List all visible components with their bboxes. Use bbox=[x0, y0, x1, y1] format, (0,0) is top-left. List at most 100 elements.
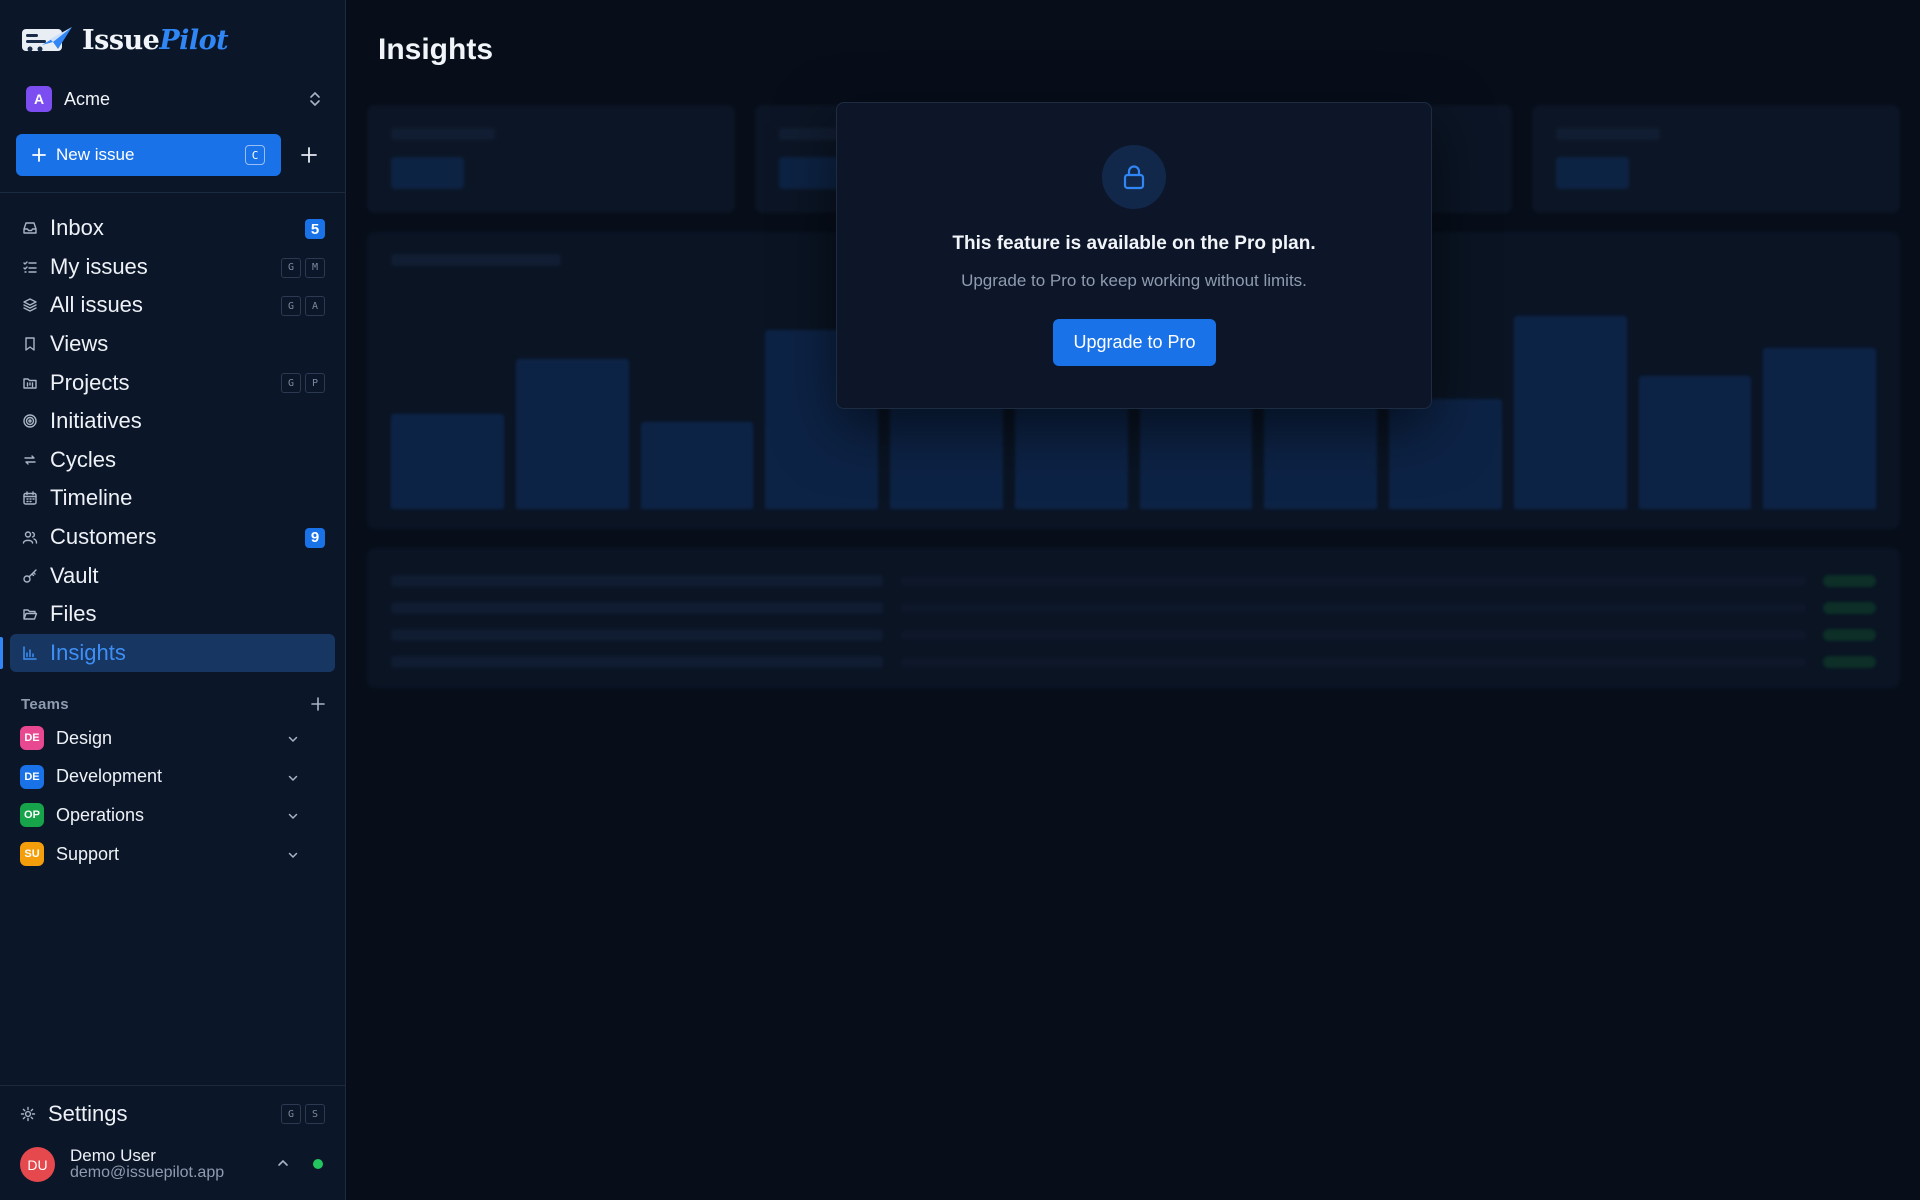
count-badge: 9 bbox=[305, 527, 325, 548]
add-team-plus-icon[interactable] bbox=[310, 696, 326, 712]
workspace-switcher[interactable]: A Acme bbox=[26, 84, 322, 114]
lock-icon bbox=[1123, 165, 1145, 190]
chart-bar bbox=[1513, 315, 1627, 509]
shortcut-key: G bbox=[281, 257, 301, 278]
sidebar-item-label: Files bbox=[50, 601, 97, 627]
workspace-badge: A bbox=[26, 86, 52, 112]
team-item-operations[interactable]: OP Operations bbox=[20, 796, 300, 835]
sidebar-item-all-issues[interactable]: All issues G A bbox=[10, 286, 335, 325]
paywall-subtitle: Upgrade to Pro to keep working without l… bbox=[961, 271, 1307, 290]
shortcut-key: G bbox=[281, 296, 301, 317]
team-badge: DE bbox=[20, 764, 44, 789]
chevron-down-icon[interactable] bbox=[286, 732, 300, 746]
add-plus-icon[interactable] bbox=[297, 143, 321, 167]
sidebar-divider bbox=[0, 192, 346, 193]
shortcut-key: G bbox=[281, 373, 301, 394]
team-name: Design bbox=[56, 727, 113, 748]
team-badge: OP bbox=[20, 803, 44, 828]
main-content: Insights This feature is available on th… bbox=[347, 0, 1920, 1200]
settings-key-2: S bbox=[305, 1104, 325, 1124]
sidebar-item-label: Customers bbox=[50, 524, 157, 550]
sidebar-item-initiatives[interactable]: Initiatives bbox=[10, 402, 335, 441]
sidebar-item-label: Initiatives bbox=[50, 408, 142, 434]
bar-chart-icon bbox=[22, 645, 38, 661]
sidebar-item-inbox[interactable]: Inbox 5 bbox=[10, 209, 335, 248]
sidebar-item-customers[interactable]: Customers 9 bbox=[10, 518, 335, 557]
sidebar-item-timeline[interactable]: Timeline bbox=[10, 479, 335, 518]
list-check-icon bbox=[22, 259, 38, 275]
count-badge: 5 bbox=[305, 219, 325, 239]
inbox-icon bbox=[22, 220, 38, 236]
sidebar-item-files[interactable]: Files bbox=[10, 595, 335, 634]
settings-label: Settings bbox=[48, 1101, 128, 1126]
chevron-up-icon[interactable] bbox=[276, 1156, 290, 1170]
user-menu[interactable]: DU Demo User demo@issuepilot.app bbox=[20, 1144, 325, 1182]
teams-header: Teams bbox=[21, 694, 326, 714]
settings-key-1: G bbox=[281, 1104, 301, 1124]
sidebar-item-label: Inbox bbox=[50, 215, 104, 241]
sidebar-item-cycles[interactable]: Cycles bbox=[10, 441, 335, 480]
chevron-down-icon[interactable] bbox=[286, 848, 300, 862]
team-item-development[interactable]: DE Development bbox=[20, 758, 300, 797]
team-badge: SU bbox=[20, 842, 44, 867]
stat-card bbox=[1532, 105, 1900, 213]
main-nav: Inbox 5 My issues G M All issues G A Views Projec… bbox=[10, 209, 335, 673]
shortcut-key: M bbox=[305, 257, 325, 278]
team-name: Development bbox=[56, 766, 163, 787]
chart-bar bbox=[640, 422, 754, 509]
team-name: Support bbox=[56, 843, 120, 864]
bookmark-icon bbox=[22, 336, 38, 352]
settings-nav-item[interactable]: Settings G S bbox=[20, 1099, 325, 1129]
sidebar-item-label: Insights bbox=[50, 639, 126, 665]
sidebar-item-views[interactable]: Views bbox=[10, 325, 335, 364]
key-icon bbox=[22, 568, 38, 584]
sidebar-item-label: All issues bbox=[50, 292, 143, 318]
table-row bbox=[391, 575, 1876, 587]
upgrade-to-pro-button[interactable]: Upgrade to Pro bbox=[1053, 319, 1216, 366]
gear-icon bbox=[20, 1106, 36, 1122]
folder-open-icon bbox=[22, 606, 38, 622]
layers-icon bbox=[22, 297, 38, 313]
app-logo[interactable]: IssuePilot bbox=[20, 22, 229, 58]
table-row bbox=[391, 602, 1876, 614]
teams-heading: Teams bbox=[21, 695, 69, 713]
page-title: Insights bbox=[378, 33, 494, 66]
stat-card bbox=[367, 105, 735, 213]
users-icon bbox=[22, 529, 38, 545]
sidebar-item-vault[interactable]: Vault bbox=[10, 556, 335, 595]
sidebar-item-my-issues[interactable]: My issues G M bbox=[10, 248, 335, 287]
table-row bbox=[391, 656, 1876, 668]
target-icon bbox=[22, 413, 38, 429]
sidebar: IssuePilot A Acme New issue C Inbox 5 My i… bbox=[0, 0, 346, 1200]
new-issue-button[interactable]: New issue C bbox=[16, 134, 281, 176]
folder-kanban-icon bbox=[22, 375, 38, 391]
user-name: Demo User bbox=[70, 1146, 156, 1165]
paywall-title: This feature is available on the Pro pla… bbox=[952, 233, 1316, 254]
team-item-support[interactable]: SU Support bbox=[20, 835, 300, 874]
team-item-design[interactable]: DE Design bbox=[20, 719, 300, 758]
chart-bar bbox=[1763, 348, 1876, 509]
sidebar-item-projects[interactable]: Projects G P bbox=[10, 363, 335, 402]
teams-list: DE Design DE Development OP Operations SU Suppo… bbox=[20, 719, 300, 873]
avatar: DU bbox=[20, 1147, 55, 1182]
team-name: Operations bbox=[56, 804, 145, 825]
sidebar-item-label: Vault bbox=[50, 562, 99, 588]
insights-table bbox=[367, 548, 1900, 688]
workspace-name: Acme bbox=[64, 88, 111, 109]
chevron-down-icon[interactable] bbox=[286, 771, 300, 785]
sidebar-bottom-divider bbox=[0, 1085, 346, 1086]
logo-text-issue: Issue bbox=[82, 24, 160, 56]
new-issue-shortcut: C bbox=[245, 145, 265, 165]
pro-plan-paywall: This feature is available on the Pro pla… bbox=[836, 102, 1432, 409]
active-nav-indicator bbox=[0, 637, 3, 669]
sidebar-item-insights[interactable]: Insights bbox=[10, 633, 335, 673]
shortcut-key: A bbox=[305, 296, 325, 317]
chart-bar bbox=[1638, 375, 1752, 509]
sidebar-item-label: Cycles bbox=[50, 446, 117, 472]
sidebar-item-label: My issues bbox=[50, 253, 148, 279]
online-status-dot bbox=[313, 1159, 323, 1169]
sidebar-item-label: Views bbox=[50, 331, 109, 357]
repeat-icon bbox=[22, 452, 38, 468]
chevron-down-icon[interactable] bbox=[286, 809, 300, 823]
lock-badge bbox=[1102, 145, 1166, 209]
